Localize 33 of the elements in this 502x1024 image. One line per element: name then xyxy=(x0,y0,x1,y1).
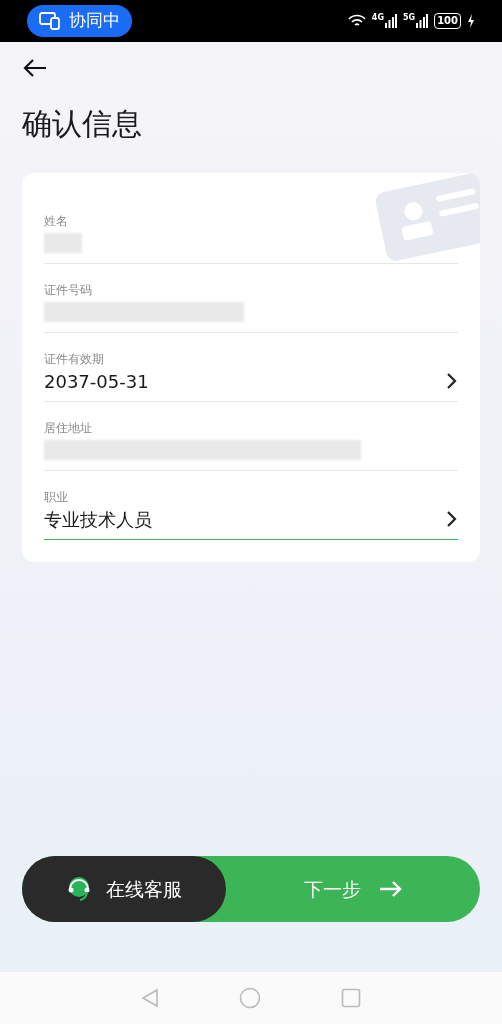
field-label: 证件号码 xyxy=(44,282,93,298)
field-label: 证件有效期 xyxy=(44,351,105,367)
chevron-right-icon xyxy=(446,372,458,390)
form-field[interactable]: 证件号码 xyxy=(44,266,458,333)
back-arrow-icon xyxy=(22,58,48,78)
network-label: 5G xyxy=(403,14,416,22)
field-label: 职业 xyxy=(44,489,69,505)
right-arrow-icon xyxy=(378,880,403,898)
page-title: 确认信息 xyxy=(22,105,143,143)
field-value: 2037-05-31 xyxy=(44,369,149,394)
next-button[interactable]: 下一步 xyxy=(226,856,480,922)
home-circle-icon[interactable] xyxy=(239,987,261,1009)
form-field[interactable]: 证件有效期 2037-05-31 xyxy=(44,335,458,402)
network-label: 4G xyxy=(371,14,384,22)
form-field[interactable]: 姓名 xyxy=(44,197,458,264)
wifi-icon xyxy=(347,14,366,28)
chevron-right-icon xyxy=(446,510,458,528)
field-value: 专业技术人员 xyxy=(44,507,152,532)
back-triangle-icon[interactable] xyxy=(141,988,159,1008)
devices-icon xyxy=(39,12,61,30)
battery-level: 100 xyxy=(437,16,458,26)
signal-icon xyxy=(416,14,429,28)
field-label: 居住地址 xyxy=(44,420,93,436)
form-field[interactable]: 居住地址 xyxy=(44,404,458,471)
customer-service-button[interactable]: 在线客服 xyxy=(22,856,226,922)
charging-icon xyxy=(467,14,475,28)
collaboration-pill[interactable]: 协同中 xyxy=(27,5,132,37)
field-label: 姓名 xyxy=(44,213,69,229)
collaboration-label: 协同中 xyxy=(69,9,120,33)
signal-icon xyxy=(385,14,397,28)
headset-icon xyxy=(66,875,92,903)
form-field[interactable]: 职业 专业技术人员 xyxy=(44,473,458,540)
recent-square-icon[interactable] xyxy=(341,988,361,1008)
